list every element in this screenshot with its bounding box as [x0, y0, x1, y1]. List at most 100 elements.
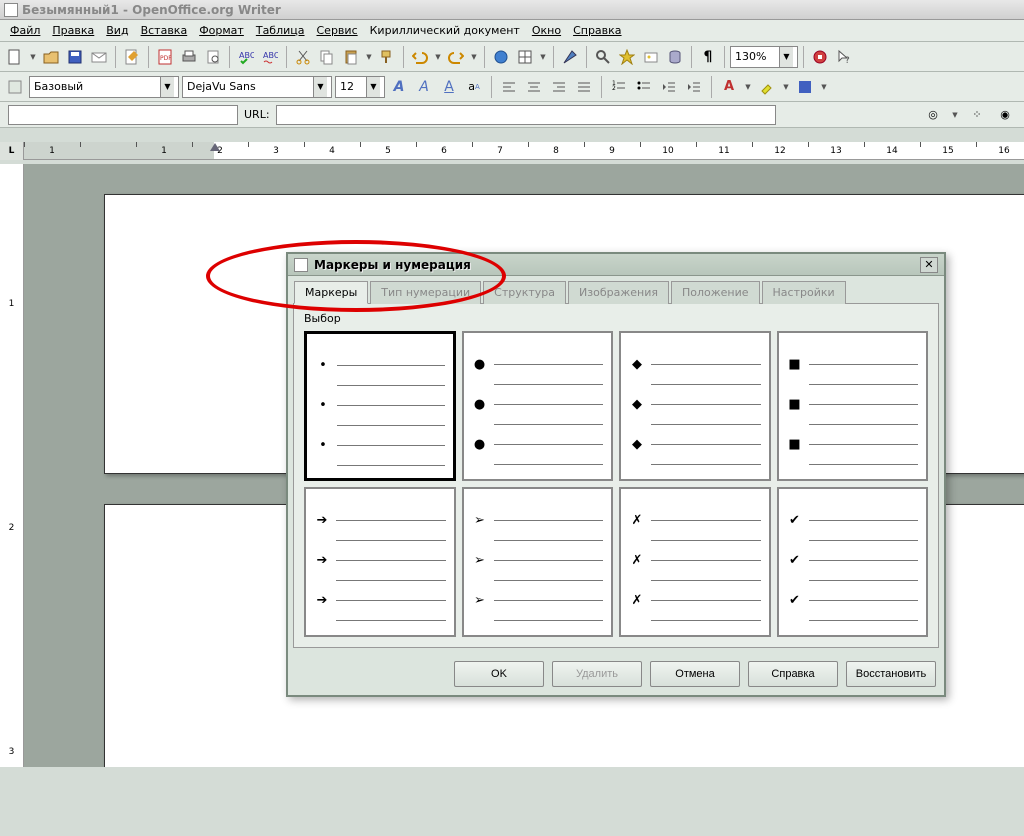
size-combo[interactable]: 12 ▼	[335, 76, 385, 98]
align-justify-icon[interactable]	[573, 76, 595, 98]
dialog-buttons: OK Удалить Отмена Справка Восстановить	[288, 653, 944, 695]
paste-dropdown[interactable]: ▼	[364, 46, 374, 68]
navigator-icon[interactable]	[616, 46, 638, 68]
redo-icon[interactable]	[445, 46, 467, 68]
undo-dropdown[interactable]: ▼	[433, 46, 443, 68]
indent-inc-icon[interactable]	[683, 76, 705, 98]
paste-icon[interactable]	[340, 46, 362, 68]
hyperlink-icon[interactable]	[490, 46, 512, 68]
bullets-icon[interactable]	[633, 76, 655, 98]
reset-button[interactable]: Восстановить	[846, 661, 936, 687]
nonprinting-icon[interactable]: ¶	[697, 46, 719, 68]
new-doc-icon[interactable]	[4, 46, 26, 68]
whatsthis-icon[interactable]: ?	[833, 46, 855, 68]
autospell-icon[interactable]: ABC	[259, 46, 281, 68]
bullet-option-4[interactable]: ➔➔➔	[304, 487, 456, 637]
help-button[interactable]: Справка	[748, 661, 838, 687]
table-dropdown[interactable]: ▼	[538, 46, 548, 68]
styles-icon[interactable]	[4, 76, 26, 98]
font-combo[interactable]: DejaVu Sans ▼	[182, 76, 332, 98]
bullet-option-5[interactable]: ➢➢➢	[462, 487, 614, 637]
align-center-icon[interactable]	[523, 76, 545, 98]
spellcheck-icon[interactable]: ABC	[235, 46, 257, 68]
menu-insert[interactable]: Вставка	[135, 22, 194, 39]
menu-service[interactable]: Сервис	[311, 22, 364, 39]
highlight-icon[interactable]	[756, 76, 778, 98]
tab-3[interactable]: Изображения	[568, 281, 669, 304]
zoom-combo[interactable]: 130% ▼	[730, 46, 798, 68]
find-icon[interactable]	[592, 46, 614, 68]
cancel-button[interactable]: Отмена	[650, 661, 740, 687]
show-draw-icon[interactable]	[559, 46, 581, 68]
highlight-dropdown[interactable]: ▼	[781, 76, 791, 98]
save-icon[interactable]	[64, 46, 86, 68]
horizontal-ruler[interactable]: L 112345678910111213141516	[0, 142, 1024, 160]
menu-window[interactable]: Окно	[526, 22, 567, 39]
bullet-option-6[interactable]: ✗✗✗	[619, 487, 771, 637]
font-color-icon[interactable]: A	[718, 76, 740, 98]
align-left-icon[interactable]	[498, 76, 520, 98]
window-titlebar: Безымянный1 - OpenOffice.org Writer	[0, 0, 1024, 20]
tab-0[interactable]: Маркеры	[294, 281, 368, 304]
fingerprint-icon[interactable]: ◉	[994, 104, 1016, 126]
italic-icon[interactable]: A	[413, 76, 435, 98]
tab-4[interactable]: Положение	[671, 281, 760, 304]
menu-help[interactable]: Справка	[567, 22, 627, 39]
url-name-input[interactable]	[8, 105, 238, 125]
font-color-dropdown[interactable]: ▼	[743, 76, 753, 98]
bullet-option-3[interactable]: ■■■	[777, 331, 929, 481]
menu-view[interactable]: Вид	[100, 22, 134, 39]
open-icon[interactable]	[40, 46, 62, 68]
edit-doc-icon[interactable]	[121, 46, 143, 68]
ok-button[interactable]: OK	[454, 661, 544, 687]
bullet-option-7[interactable]: ✔✔✔	[777, 487, 929, 637]
tab-5[interactable]: Настройки	[762, 281, 846, 304]
menu-format[interactable]: Формат	[193, 22, 250, 39]
bg-color-icon[interactable]	[794, 76, 816, 98]
cut-icon[interactable]	[292, 46, 314, 68]
indent-dec-icon[interactable]	[658, 76, 680, 98]
email-icon[interactable]	[88, 46, 110, 68]
menu-edit[interactable]: Правка	[46, 22, 100, 39]
help-icon[interactable]	[809, 46, 831, 68]
undo-icon[interactable]	[409, 46, 431, 68]
tab-2[interactable]: Структура	[483, 281, 566, 304]
grip-icon[interactable]: ⁘	[966, 104, 988, 126]
menu-file[interactable]: Файл	[4, 22, 46, 39]
align-right-icon[interactable]	[548, 76, 570, 98]
bullet-option-2[interactable]: ◆◆◆	[619, 331, 771, 481]
new-doc-dropdown[interactable]: ▼	[28, 46, 38, 68]
zoom-dropdown-icon[interactable]: ▼	[779, 47, 793, 67]
bullet-option-1[interactable]: ●●●	[462, 331, 614, 481]
format-paint-icon[interactable]	[376, 46, 398, 68]
dialog-titlebar[interactable]: Маркеры и нумерация ✕	[288, 254, 944, 276]
superscript-icon[interactable]: aA	[463, 76, 485, 98]
copy-icon[interactable]	[316, 46, 338, 68]
print-icon[interactable]	[178, 46, 200, 68]
style-dropdown-icon[interactable]: ▼	[160, 77, 174, 97]
menu-table[interactable]: Таблица	[250, 22, 311, 39]
gallery-icon[interactable]	[640, 46, 662, 68]
tab-1[interactable]: Тип нумерации	[370, 281, 481, 304]
bg-color-dropdown[interactable]: ▼	[819, 76, 829, 98]
menu-cyrillic[interactable]: Кириллический документ	[364, 22, 526, 39]
target-icon[interactable]: ◎	[922, 104, 944, 126]
redo-dropdown[interactable]: ▼	[469, 46, 479, 68]
delete-button[interactable]: Удалить	[552, 661, 642, 687]
datasource-icon[interactable]	[664, 46, 686, 68]
vertical-ruler[interactable]: 123	[0, 164, 24, 767]
url-input[interactable]	[276, 105, 776, 125]
size-dropdown-icon[interactable]: ▼	[366, 77, 380, 97]
ruler-tick: 11	[696, 142, 752, 159]
numbering-icon[interactable]: 12	[608, 76, 630, 98]
table-icon[interactable]	[514, 46, 536, 68]
underline-icon[interactable]: A	[438, 76, 460, 98]
font-dropdown-icon[interactable]: ▼	[313, 77, 327, 97]
pdf-icon[interactable]: PDF	[154, 46, 176, 68]
bold-icon[interactable]: A	[388, 76, 410, 98]
style-combo[interactable]: Базовый ▼	[29, 76, 179, 98]
preview-icon[interactable]	[202, 46, 224, 68]
bullet-option-0[interactable]: •••	[304, 331, 456, 481]
close-icon[interactable]: ✕	[920, 257, 938, 273]
vruler-tick	[0, 612, 23, 668]
